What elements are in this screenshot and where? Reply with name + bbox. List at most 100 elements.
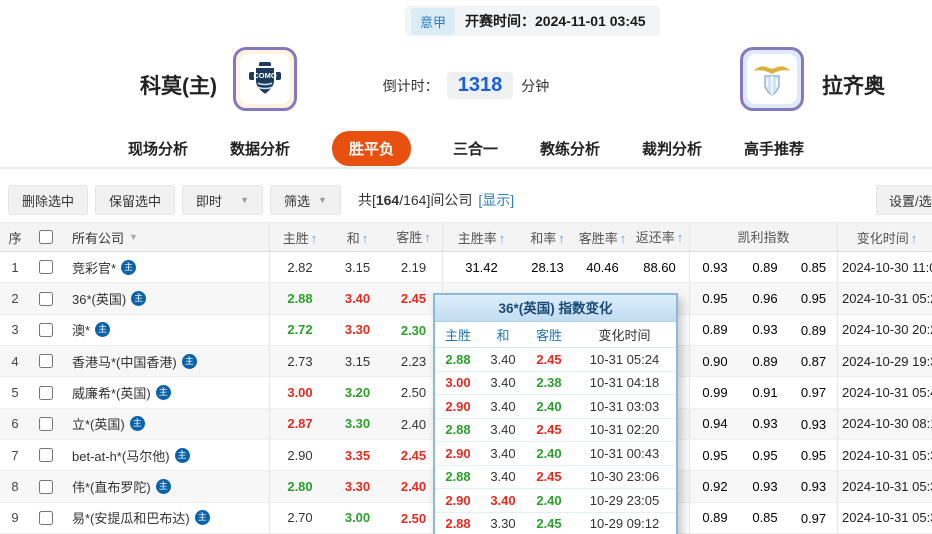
popup-title: 36*(英国) 指数变化 bbox=[435, 295, 676, 322]
company-cell[interactable]: 36*(英国) 主 bbox=[62, 283, 270, 314]
kelly-home: 0.89 bbox=[702, 510, 728, 526]
home-odds[interactable]: 2.73 bbox=[270, 354, 330, 369]
header-away-odds[interactable]: 客胜 ↑ bbox=[385, 223, 443, 251]
header-company[interactable]: 所有公司 ▼ bbox=[62, 223, 270, 251]
home-odds[interactable]: 2.88 bbox=[270, 291, 330, 306]
tab-item[interactable]: 胜平负 bbox=[331, 131, 411, 166]
home-odds[interactable]: 2.70 bbox=[270, 510, 330, 525]
row-seq: 3 bbox=[11, 322, 19, 338]
row-seq: 2 bbox=[11, 291, 19, 307]
tab-item[interactable]: 高手推荐 bbox=[744, 138, 804, 159]
popup-header-away: 客胜 bbox=[535, 328, 562, 343]
kelly-away: 0.95 bbox=[790, 283, 838, 314]
change-time: 2024-10-30 20:25 bbox=[842, 322, 932, 338]
change-time: 2024-10-29 19:32 bbox=[842, 353, 932, 369]
header-return-rate[interactable]: 返还率 ↑ bbox=[630, 223, 690, 251]
company-cell[interactable]: 香港马*(中国香港) 主 bbox=[62, 346, 270, 377]
show-link[interactable]: [显示] bbox=[478, 192, 514, 208]
change-time: 2024-10-31 05:34 bbox=[842, 479, 932, 495]
company-cell[interactable]: bet-at-h*(马尔他) 主 bbox=[62, 440, 270, 471]
home-rate: 31.42 bbox=[465, 259, 498, 275]
kelly-away: 0.97 bbox=[790, 377, 838, 408]
row-checkbox[interactable] bbox=[39, 322, 53, 337]
tab-item[interactable]: 裁判分析 bbox=[642, 138, 702, 159]
sort-asc-icon: ↑ bbox=[558, 230, 565, 246]
home-odds[interactable]: 2.72 bbox=[270, 322, 330, 337]
row-checkbox[interactable] bbox=[39, 260, 53, 275]
row-checkbox[interactable] bbox=[39, 291, 53, 306]
popup-header-draw: 和 bbox=[496, 328, 510, 343]
tab-item[interactable]: 三合一 bbox=[453, 138, 498, 159]
popup-home-odds: 2.88 bbox=[445, 422, 471, 438]
company-cell[interactable]: 威廉希*(英国) 主 bbox=[62, 377, 270, 408]
settings-button[interactable]: 设置/选 bbox=[876, 185, 932, 215]
kelly-home: 0.89 bbox=[702, 322, 728, 338]
popup-draw-odds: 3.40 bbox=[490, 422, 516, 438]
row-seq: 7 bbox=[11, 447, 19, 463]
draw-odds[interactable]: 3.40 bbox=[330, 291, 385, 306]
home-odds[interactable]: 3.00 bbox=[270, 385, 330, 400]
away-odds[interactable]: 2.19 bbox=[385, 252, 443, 283]
draw-odds[interactable]: 3.30 bbox=[330, 416, 385, 431]
popup-row: 2.90 3.40 2.40 10-31 03:03 bbox=[435, 395, 676, 419]
header-away-rate[interactable]: 客胜率 ↑ bbox=[575, 228, 630, 247]
tab-item[interactable]: 现场分析 bbox=[128, 138, 188, 159]
tab-item[interactable]: 数据分析 bbox=[230, 138, 290, 159]
company-cell[interactable]: 易*(安提瓜和巴布达) 主 bbox=[62, 502, 270, 534]
league-badge[interactable]: 意甲 bbox=[411, 7, 456, 35]
row-checkbox[interactable] bbox=[39, 448, 53, 463]
row-checkbox[interactable] bbox=[39, 479, 53, 494]
header-draw-odds[interactable]: 和 ↑ bbox=[330, 228, 385, 247]
countdown-label: 倒计时： bbox=[382, 77, 439, 94]
draw-rate: 28.13 bbox=[531, 259, 564, 275]
row-checkbox[interactable] bbox=[39, 416, 53, 431]
row-seq: 4 bbox=[11, 353, 19, 369]
draw-odds[interactable]: 3.15 bbox=[330, 354, 385, 369]
company-cell[interactable]: 竞彩官* 主 bbox=[62, 252, 270, 283]
popup-change-time: 10-31 02:20 bbox=[589, 422, 660, 438]
row-checkbox[interactable] bbox=[39, 510, 53, 525]
keep-selected-button[interactable]: 保留选中 bbox=[95, 185, 176, 215]
draw-odds[interactable]: 3.15 bbox=[330, 260, 385, 275]
header-home-rate[interactable]: 主胜率 ↑ bbox=[443, 228, 520, 247]
popup-draw-odds: 3.40 bbox=[490, 445, 516, 461]
kelly-draw: 0.89 bbox=[752, 353, 778, 369]
popup-change-time: 10-29 09:12 bbox=[589, 516, 660, 532]
kelly-draw: 0.96 bbox=[752, 291, 778, 307]
table-row: 1 竞彩官* 主 2.82 3.15 2.19 31.42 28.13 40.46… bbox=[0, 252, 932, 284]
delete-selected-button[interactable]: 删除选中 bbox=[8, 185, 89, 215]
home-odds[interactable]: 2.82 bbox=[270, 260, 330, 275]
primary-badge-icon: 主 bbox=[155, 385, 171, 401]
primary-badge-icon: 主 bbox=[174, 447, 190, 463]
header-draw-rate[interactable]: 和率 ↑ bbox=[520, 228, 575, 247]
home-odds[interactable]: 2.87 bbox=[270, 416, 330, 431]
row-checkbox[interactable] bbox=[39, 354, 53, 369]
home-odds[interactable]: 2.80 bbox=[270, 479, 330, 494]
select-all-checkbox[interactable] bbox=[39, 230, 53, 244]
company-count-text: 共[164/164]间公司 [显示] bbox=[357, 192, 515, 208]
draw-odds[interactable]: 3.00 bbox=[330, 510, 385, 525]
draw-odds[interactable]: 3.20 bbox=[330, 385, 385, 400]
popup-row: 2.88 3.30 2.45 10-29 09:12 bbox=[435, 513, 676, 534]
draw-odds[interactable]: 3.30 bbox=[330, 322, 385, 337]
tab-item[interactable]: 教练分析 bbox=[540, 138, 600, 159]
away-team-name: 拉齐奥 bbox=[822, 75, 885, 98]
kelly-draw: 0.93 bbox=[752, 416, 778, 432]
header-change-time[interactable]: 变化时间 ↑ bbox=[838, 228, 932, 247]
popup-home-odds: 2.90 bbox=[445, 398, 471, 414]
kelly-away: 0.97 bbox=[790, 502, 838, 534]
draw-odds[interactable]: 3.30 bbox=[330, 479, 385, 494]
odds-change-popup: 36*(英国) 指数变化 主胜 和 客胜 变化时间 2.88 3.40 2.45… bbox=[433, 293, 678, 534]
instant-dropdown[interactable]: 即时 ▼ bbox=[182, 185, 264, 215]
home-odds[interactable]: 2.90 bbox=[270, 448, 330, 463]
company-cell[interactable]: 立*(英国) 主 bbox=[62, 408, 270, 440]
header-home-odds[interactable]: 主胜 ↑ bbox=[270, 228, 330, 247]
company-cell[interactable]: 澳* 主 bbox=[62, 314, 270, 346]
company-cell[interactable]: 伟*(直布罗陀) 主 bbox=[62, 471, 270, 502]
change-time: 2024-10-30 08:15 bbox=[842, 416, 932, 432]
company-name: 伟*(直布罗陀) bbox=[72, 480, 151, 496]
filter-dropdown[interactable]: 筛选 ▼ bbox=[270, 185, 341, 215]
toolbar: 删除选中 保留选中 即时 ▼ 筛选 ▼ 共[164/164]间公司 [显示] bbox=[8, 185, 514, 215]
row-checkbox[interactable] bbox=[39, 385, 53, 400]
draw-odds[interactable]: 3.35 bbox=[330, 448, 385, 463]
